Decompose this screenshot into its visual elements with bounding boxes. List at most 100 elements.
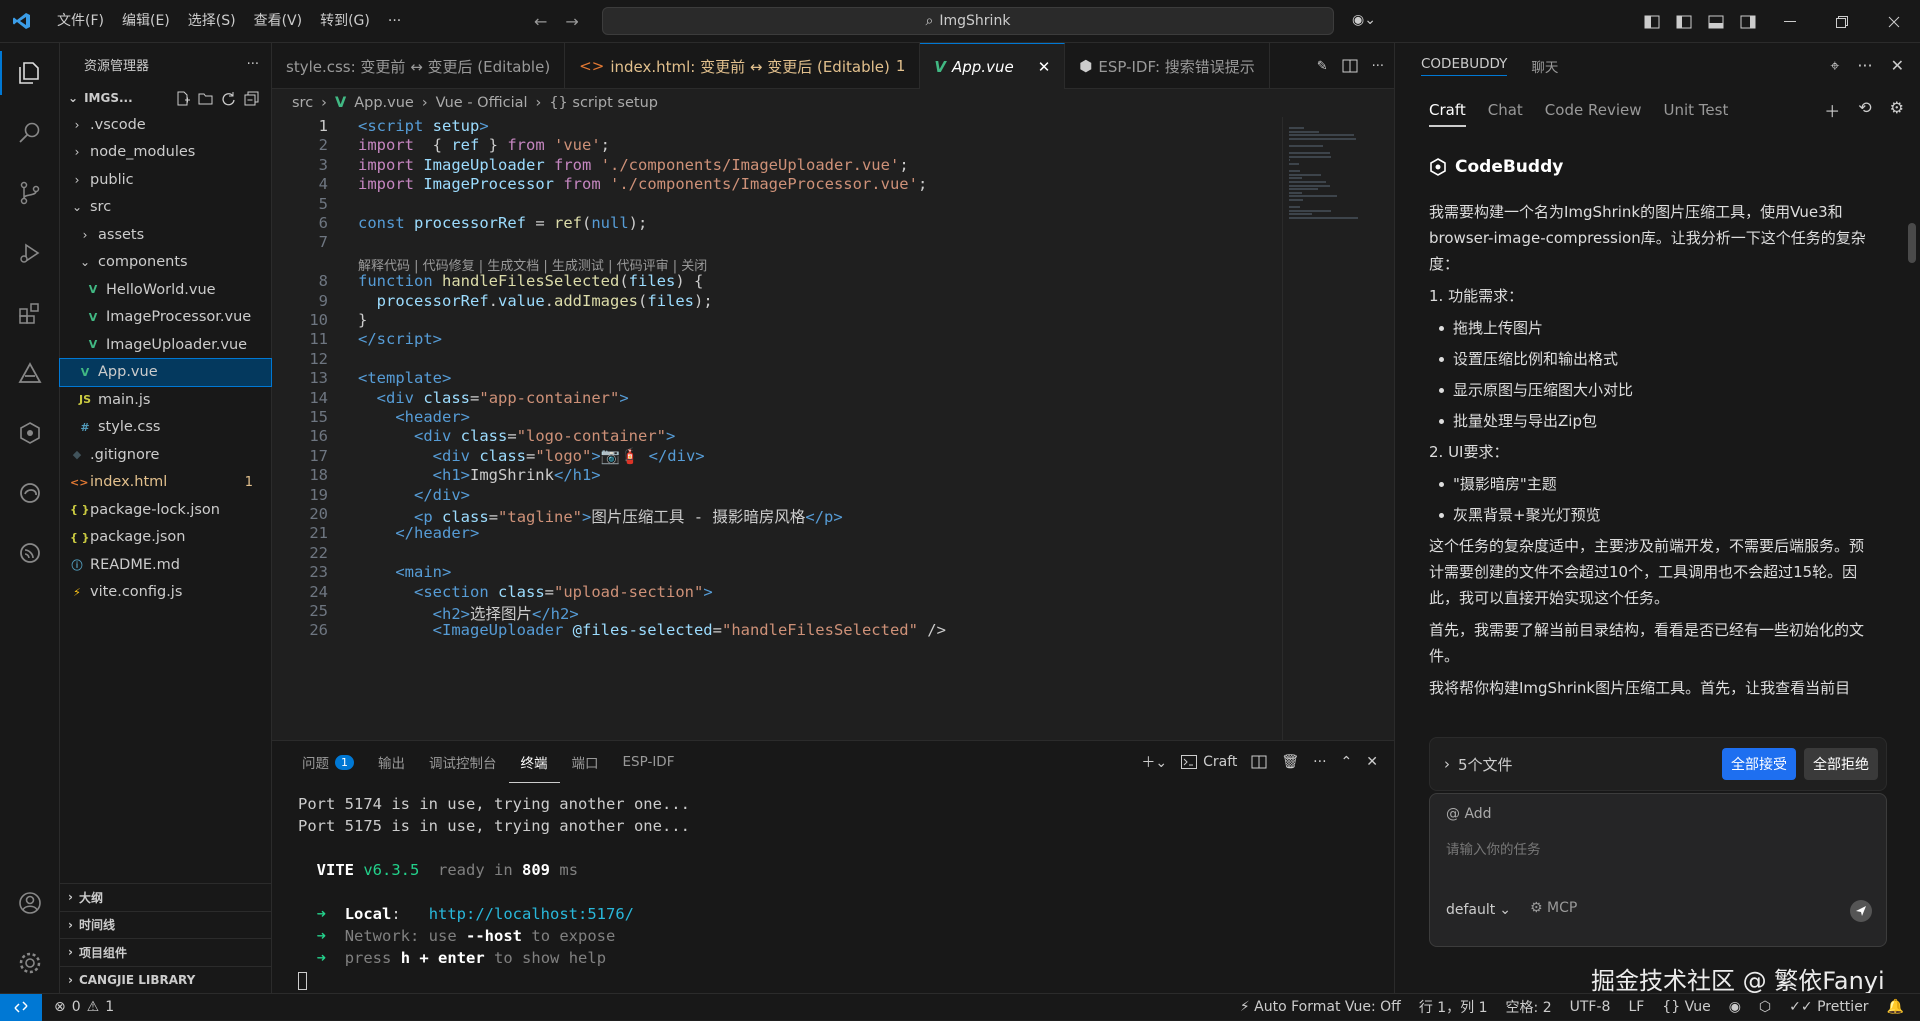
tree-item-src[interactable]: ⌄ src (60, 194, 271, 222)
extensions-icon[interactable] (0, 283, 60, 343)
close-panel-icon[interactable]: ✕ (1366, 754, 1378, 770)
new-chat-icon[interactable]: ＋ (1824, 98, 1840, 122)
tree-item-components[interactable]: ⌄ components (60, 249, 271, 277)
section-项目组件[interactable]: › 项目组件 (60, 938, 272, 966)
toggle-panel-icon[interactable] (1700, 15, 1732, 29)
back-arrow-icon[interactable]: ← (534, 12, 547, 31)
task-input-box[interactable]: @ Add 请输入你的任务 default ⌄ ⚙ MCP (1429, 793, 1887, 947)
cangjie-icon[interactable] (0, 343, 60, 403)
panel-tab-4[interactable]: 端口 (560, 741, 611, 783)
refresh-icon[interactable] (221, 91, 236, 106)
chat-scrollbar[interactable] (1908, 223, 1916, 263)
esp-idf-icon[interactable] (0, 523, 60, 583)
prettier-status[interactable]: ✓✓ Prettier (1789, 999, 1868, 1015)
copilot-status-icon[interactable]: ◉ (1729, 999, 1741, 1015)
new-terminal-icon[interactable]: ＋⌄ (1141, 752, 1167, 772)
notifications-bell-icon[interactable]: 🔔 (1887, 999, 1904, 1015)
toggle-sidebar-icon[interactable] (1668, 15, 1700, 29)
customize-layout-icon[interactable] (1636, 15, 1668, 29)
close-icon[interactable]: ✕ (1038, 58, 1051, 76)
more-actions-icon[interactable]: ··· (247, 57, 259, 72)
trash-icon[interactable]: 🗑 (1281, 754, 1299, 770)
tree-item-readme-md[interactable]: ⓘ README.md (60, 551, 271, 579)
maximize-panel-icon[interactable]: ⌃ (1341, 754, 1353, 770)
tree-item-index-html[interactable]: <> index.html 1 (60, 469, 271, 497)
tree-item-helloworld-vue[interactable]: V HelloWorld.vue (60, 276, 271, 304)
mode-select[interactable]: default ⌄ (1446, 902, 1511, 918)
panel-tab-5[interactable]: ESP-IDF (611, 741, 687, 783)
tree-item--vscode[interactable]: › .vscode (60, 111, 271, 139)
editor-scrollbar[interactable] (1380, 117, 1394, 740)
tree-item-package-lock-json[interactable]: { } package-lock.json (60, 496, 271, 524)
section-cangjie-library[interactable]: › CANGJIE LIBRARY (60, 965, 272, 994)
task-input[interactable]: 请输入你的任务 (1446, 838, 1541, 858)
minimap[interactable] (1282, 117, 1382, 740)
forward-arrow-icon[interactable]: → (565, 12, 578, 31)
settings-gear-icon[interactable] (0, 933, 60, 993)
language-mode[interactable]: {} Vue (1662, 999, 1710, 1015)
close-button[interactable] (1868, 0, 1920, 43)
tab-4[interactable]: ⬢ ESP-IDF: 搜索错误提示 (1065, 43, 1270, 89)
project-root[interactable]: ⌄ IMGS... (60, 85, 271, 111)
tree-item-main-js[interactable]: JS main.js (60, 386, 271, 414)
chevron-right-icon[interactable]: › (1444, 755, 1450, 773)
more-actions-icon[interactable]: ··· (1313, 754, 1326, 770)
section-大纲[interactable]: › 大纲 (60, 883, 272, 911)
source-control-icon[interactable] (0, 163, 60, 223)
tab-codebuddy[interactable]: CODEBUDDY (1421, 56, 1508, 76)
codebuddy-tab-chat[interactable]: Chat (1488, 101, 1523, 119)
explorer-icon[interactable] (0, 43, 60, 103)
move-panel-icon[interactable]: ⌖ (1830, 56, 1839, 76)
indentation[interactable]: 空格: 2 (1506, 997, 1552, 1017)
send-button[interactable] (1850, 900, 1872, 922)
cursor-position[interactable]: 行 1，列 1 (1419, 997, 1488, 1017)
menu-item[interactable]: 转到(G) (311, 0, 379, 43)
new-file-icon[interactable] (175, 91, 190, 106)
collapse-all-icon[interactable] (244, 91, 259, 106)
terminal-instance[interactable]: Craft (1181, 754, 1237, 770)
settings-icon[interactable]: ⚙ (1890, 98, 1904, 122)
code-lens-actions[interactable]: 解释代码 | 代码修复 | 生成文档 | 生成测试 | 代码评审 | 关闭 (358, 255, 707, 274)
tree-item-imageprocessor-vue[interactable]: V ImageProcessor.vue (60, 304, 271, 332)
panel-tab-2[interactable]: 调试控制台 (417, 741, 509, 783)
breadcrumb-item[interactable]: {} script setup (549, 95, 658, 111)
tree-item-assets[interactable]: › assets (60, 221, 271, 249)
tree-item--gitignore[interactable]: ◆ .gitignore (60, 441, 271, 469)
tab-chat[interactable]: 聊天 (1531, 56, 1558, 76)
menu-item[interactable]: 编辑(E) (113, 0, 179, 43)
tree-item-app-vue[interactable]: V App.vue (59, 357, 272, 387)
accept-all-button[interactable]: 全部接受 (1722, 748, 1796, 780)
minimize-button[interactable] (1764, 0, 1816, 43)
menu-item[interactable]: 文件(F) (48, 0, 113, 43)
codebuddy-tab-code-review[interactable]: Code Review (1545, 101, 1642, 119)
panel-tab-3[interactable]: 终端 (508, 741, 560, 783)
history-icon[interactable]: ⟲ (1858, 98, 1871, 122)
codebuddy-status-icon[interactable]: ⬡ (1759, 999, 1771, 1015)
edge-devtools-icon[interactable] (0, 463, 60, 523)
restore-button[interactable] (1816, 0, 1868, 43)
command-center-search[interactable]: ⌕ ImgShrink (602, 7, 1334, 35)
reject-all-button[interactable]: 全部拒绝 (1804, 748, 1878, 780)
tab-3[interactable]: V App.vue ✕ (920, 43, 1066, 89)
menu-item[interactable]: 选择(S) (179, 0, 245, 43)
more-actions-icon[interactable]: ··· (1372, 59, 1384, 74)
codebuddy-tab-craft[interactable]: Craft (1429, 101, 1466, 127)
code-editor[interactable]: 1 <script setup> 2 import { ref } from 'vue… (272, 117, 1282, 740)
split-terminal-icon[interactable] (1251, 755, 1267, 769)
mcp-button[interactable]: ⚙ MCP (1530, 900, 1577, 916)
toggle-secondary-sidebar-icon[interactable] (1732, 15, 1764, 29)
split-editor-icon[interactable] (1342, 59, 1358, 73)
eol[interactable]: LF (1628, 999, 1644, 1015)
tab-2[interactable]: <> index.html: 变更前 ↔ 变更后 (Editable) 1 (565, 43, 921, 89)
add-context-button[interactable]: @ Add (1446, 806, 1492, 822)
more-actions-icon[interactable]: ··· (1857, 56, 1872, 76)
problems-status[interactable]: ⊗ 0 ⚠ 1 (42, 999, 114, 1015)
breadcrumb-item[interactable]: src (292, 95, 313, 111)
tree-item-node-modules[interactable]: › node_modules (60, 139, 271, 167)
panel-tab-1[interactable]: 输出 (366, 741, 417, 783)
tree-item-public[interactable]: › public (60, 166, 271, 194)
menu-item[interactable]: 查看(V) (245, 0, 312, 43)
tree-item-imageuploader-vue[interactable]: V ImageUploader.vue (60, 331, 271, 359)
codebuddy-tab-unit-test[interactable]: Unit Test (1663, 101, 1728, 119)
close-icon[interactable]: ✕ (1891, 56, 1904, 76)
